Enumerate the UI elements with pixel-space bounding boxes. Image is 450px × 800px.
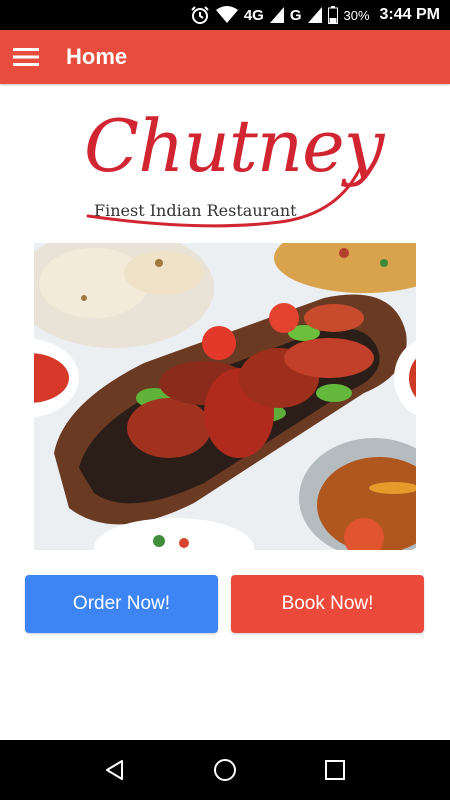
system-nav-bar — [0, 740, 450, 800]
logo-tagline: Finest Indian Restaurant — [94, 201, 297, 220]
status-icons: 4G G 30% 3:44 PM — [190, 0, 440, 30]
recents-square-icon[interactable] — [315, 750, 355, 790]
signal-icon-2 — [307, 7, 322, 23]
page-title: Home — [66, 44, 128, 69]
signal-icon-1 — [269, 7, 284, 23]
back-triangle-icon[interactable] — [95, 750, 135, 790]
home-circle-icon[interactable] — [205, 750, 245, 790]
app-bar: Home — [0, 30, 450, 84]
clock: 3:44 PM — [379, 6, 440, 23]
wifi-icon — [215, 6, 238, 24]
restaurant-logo: Chutney Finest Indian Restaurant — [80, 104, 384, 234]
status-bar: 4G G 30% 3:44 PM — [0, 0, 450, 30]
order-now-button[interactable]: Order Now! — [25, 575, 218, 633]
battery-icon — [327, 6, 338, 24]
hamburger-icon[interactable] — [0, 30, 52, 84]
network-g-label: G — [289, 6, 302, 24]
book-now-button[interactable]: Book Now! — [231, 575, 424, 633]
alarm-icon — [190, 5, 210, 25]
network-4g-label: 4G — [243, 6, 264, 24]
food-image — [34, 243, 416, 550]
battery-percent: 30% — [343, 7, 370, 23]
